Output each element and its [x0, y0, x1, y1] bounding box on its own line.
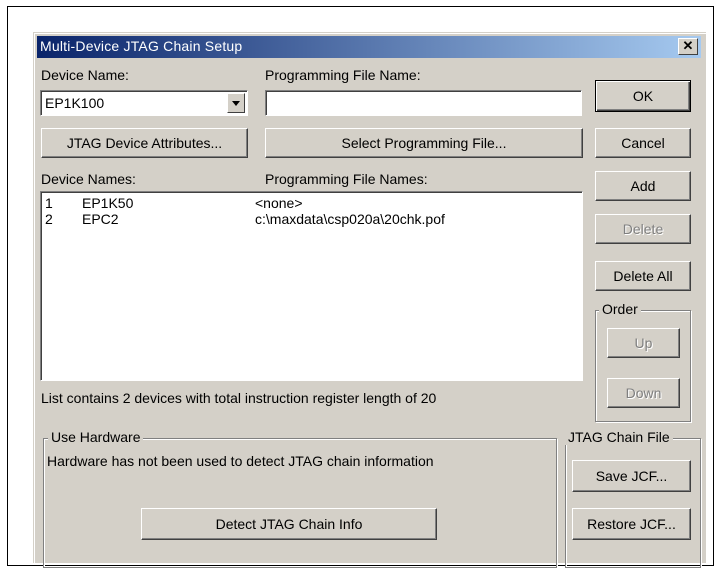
ok-button[interactable]: OK	[595, 80, 691, 112]
programming-file-input[interactable]	[265, 90, 582, 116]
title-bar[interactable]: Multi-Device JTAG Chain Setup ✕	[37, 36, 701, 58]
delete-button[interactable]: Delete	[595, 214, 691, 244]
list-item[interactable]: 1 EP1K50 <none>	[45, 195, 575, 211]
delete-all-button[interactable]: Delete All	[595, 261, 691, 291]
device-index: 2	[45, 211, 53, 227]
jtag-chain-setup-dialog: Multi-Device JTAG Chain Setup ✕ Device N…	[33, 32, 706, 568]
device-names-header: Device Names:	[41, 171, 136, 187]
device-list[interactable]: 1 EP1K50 <none> 2 EPC2 c:\maxdata\csp020…	[40, 191, 583, 381]
programming-file-name-label: Programming File Name:	[265, 67, 421, 83]
cancel-button[interactable]: Cancel	[595, 128, 691, 158]
use-hardware-title: Use Hardware	[48, 429, 144, 445]
up-button[interactable]: Up	[607, 328, 680, 358]
dialog-title: Multi-Device JTAG Chain Setup	[40, 38, 243, 54]
restore-jcf-button[interactable]: Restore JCF...	[572, 508, 691, 540]
device-index: 1	[45, 195, 53, 211]
device-name-value: EP1K100	[45, 95, 105, 111]
list-status-text: List contains 2 devices with total instr…	[41, 390, 437, 406]
jtag-chain-file-title: JTAG Chain File	[565, 429, 673, 445]
select-programming-file-button[interactable]: Select Programming File...	[265, 128, 583, 158]
device-file: <none>	[255, 195, 303, 211]
detect-jtag-chain-button[interactable]: Detect JTAG Chain Info	[141, 508, 437, 540]
device-name: EPC2	[82, 211, 119, 227]
device-name: EP1K50	[82, 195, 134, 211]
hardware-status-text: Hardware has not been used to detect JTA…	[47, 453, 434, 469]
device-file: c:\maxdata\csp020a\20chk.pof	[255, 211, 445, 227]
list-item[interactable]: 2 EPC2 c:\maxdata\csp020a\20chk.pof	[45, 211, 575, 227]
device-name-label: Device Name:	[41, 67, 129, 83]
order-group-title: Order	[599, 301, 641, 317]
add-button[interactable]: Add	[595, 171, 691, 201]
chevron-down-icon[interactable]	[227, 93, 245, 113]
save-jcf-button[interactable]: Save JCF...	[572, 460, 691, 492]
down-button[interactable]: Down	[607, 378, 680, 408]
programming-file-names-header: Programming File Names:	[265, 171, 428, 187]
jtag-device-attributes-button[interactable]: JTAG Device Attributes...	[41, 128, 248, 158]
jtag-chain-file-group	[565, 438, 701, 568]
close-icon[interactable]: ✕	[678, 38, 698, 55]
device-name-combo[interactable]: EP1K100	[40, 90, 248, 116]
